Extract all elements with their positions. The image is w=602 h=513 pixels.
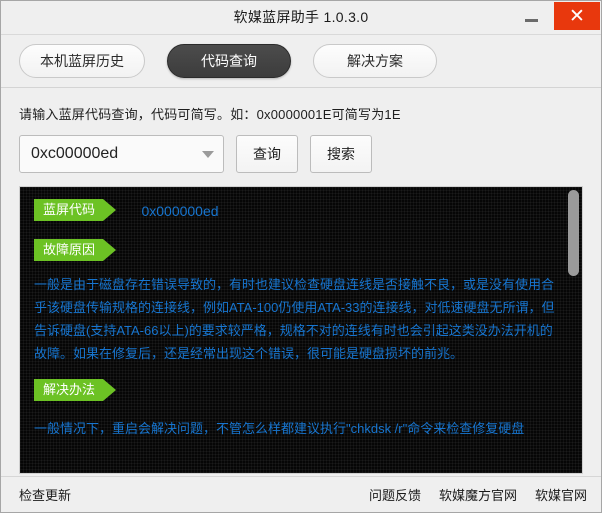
search-area: 请输入蓝屏代码查询，代码可简写。如：0x0000001E可简写为1E 0xc00…	[1, 88, 601, 173]
result-panel: 蓝屏代码 0x000000ed 故障原因 一般是由于磁盘存在错误导致的，有时也建…	[19, 186, 583, 474]
statusbar: 检查更新 问题反馈 软媒魔方官网 软媒官网	[1, 476, 601, 512]
tab-label: 本机蓝屏历史	[40, 53, 124, 69]
feedback-link[interactable]: 问题反馈	[369, 485, 421, 504]
reason-text: 一般是由于磁盘存在错误导致的，有时也建议检查硬盘连线是否接触不良，或是没有使用合…	[34, 277, 555, 361]
search-button-label: 搜索	[327, 146, 355, 162]
close-button[interactable]: ✕	[554, 2, 600, 30]
minimize-button[interactable]	[508, 1, 554, 34]
close-icon: ✕	[569, 5, 585, 27]
app-window: 软媒蓝屏助手 1.0.3.0 ✕ 本机蓝屏历史 代码查询 解决方案 请输入蓝屏代…	[0, 0, 602, 513]
reason-badge: 故障原因	[34, 239, 117, 261]
search-hint: 请输入蓝屏代码查询，代码可简写。如：0x0000001E可简写为1E	[19, 107, 401, 122]
official-site-link[interactable]: 软媒官网	[535, 485, 587, 504]
solution-text: 一般情况下，重启会解决问题，不管怎么样都建议执行"chkdsk /r"命令来检查…	[34, 421, 525, 436]
search-button[interactable]: 搜索	[310, 135, 372, 173]
result-scrollbar-track[interactable]	[568, 190, 579, 470]
statusbar-links: 问题反馈 软媒魔方官网 软媒官网	[369, 485, 587, 504]
solution-badge-row: 解决办法	[34, 379, 560, 403]
code-badge: 蓝屏代码	[34, 199, 117, 221]
result-wrapper: 蓝屏代码 0x000000ed 故障原因 一般是由于磁盘存在错误导致的，有时也建…	[19, 186, 583, 474]
query-button-label: 查询	[253, 146, 281, 162]
code-badge-row: 蓝屏代码 0x000000ed	[34, 199, 560, 223]
code-value: 0x000000ed	[141, 203, 219, 219]
tab-label: 代码查询	[201, 53, 257, 69]
search-controls-row: 0xc00000ed 查询 搜索	[19, 135, 583, 173]
code-combobox[interactable]: 0xc00000ed	[19, 135, 224, 173]
code-input[interactable]: 0xc00000ed	[20, 145, 193, 163]
chevron-down-icon[interactable]	[193, 150, 223, 158]
tab-bluescreen-history[interactable]: 本机蓝屏历史	[19, 44, 145, 78]
cube-site-link[interactable]: 软媒魔方官网	[439, 485, 517, 504]
query-button[interactable]: 查询	[236, 135, 298, 173]
minimize-icon	[524, 18, 538, 22]
window-controls: ✕	[508, 1, 601, 34]
check-update-link[interactable]: 检查更新	[19, 485, 71, 504]
tab-label: 解决方案	[347, 53, 403, 69]
titlebar: 软媒蓝屏助手 1.0.3.0 ✕	[1, 1, 601, 35]
solution-badge: 解决办法	[34, 379, 117, 401]
tab-strip: 本机蓝屏历史 代码查询 解决方案	[1, 35, 601, 88]
result-scrollbar-thumb[interactable]	[568, 190, 579, 276]
tab-code-query[interactable]: 代码查询	[167, 44, 291, 78]
tab-solutions[interactable]: 解决方案	[313, 44, 437, 78]
reason-badge-row: 故障原因	[34, 239, 560, 263]
